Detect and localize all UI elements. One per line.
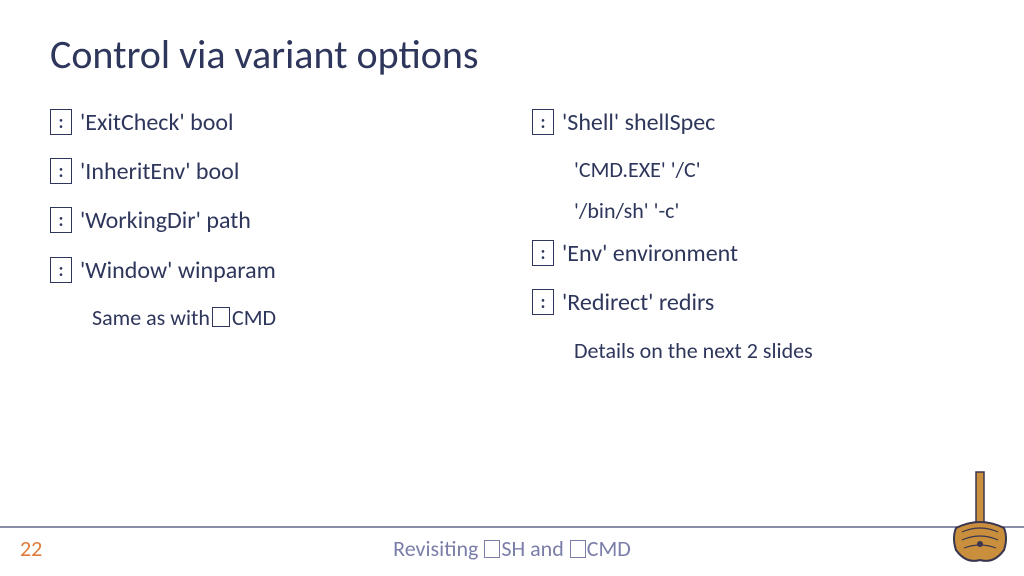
bullet-icon: : bbox=[50, 109, 72, 135]
sub-text: '/bin/sh' '-c' bbox=[574, 197, 679, 224]
bullet-icon: : bbox=[50, 257, 72, 283]
item-text: 'WorkingDir' path bbox=[80, 205, 251, 236]
sub-item: Details on the next 2 slides bbox=[574, 337, 974, 364]
list-item: : 'Window' winparam bbox=[50, 255, 492, 286]
sub-item: '/bin/sh' '-c' bbox=[574, 197, 974, 224]
item-text: 'Window' winparam bbox=[80, 255, 276, 286]
sub-item: Same as with CMD bbox=[92, 304, 492, 331]
bullet-icon: : bbox=[532, 240, 554, 266]
list-item: : 'ExitCheck' bool bbox=[50, 107, 492, 138]
left-column: : 'ExitCheck' bool : 'InheritEnv' bool :… bbox=[50, 107, 492, 378]
item-text: 'ExitCheck' bool bbox=[80, 107, 234, 138]
list-item: : 'Redirect' redirs bbox=[532, 287, 974, 318]
item-text: 'InheritEnv' bool bbox=[80, 156, 239, 187]
right-column: : 'Shell' shellSpec 'CMD.EXE' '/C' '/bin… bbox=[532, 107, 974, 378]
sub-text-prefix: Same as with bbox=[92, 304, 210, 331]
bullet-icon: : bbox=[50, 207, 72, 233]
item-text: 'Shell' shellSpec bbox=[562, 107, 715, 138]
bullet-icon: : bbox=[50, 158, 72, 184]
list-item: : 'Env' environment bbox=[532, 238, 974, 269]
content-columns: : 'ExitCheck' bool : 'InheritEnv' bool :… bbox=[50, 107, 974, 378]
slide: Control via variant options : 'ExitCheck… bbox=[0, 0, 1024, 576]
footer-text-1: Revisiting bbox=[393, 535, 483, 562]
sub-item: 'CMD.EXE' '/C' bbox=[574, 156, 974, 183]
footer: 22 Revisiting SH and CMD bbox=[0, 516, 1024, 576]
sub-text-suffix: CMD bbox=[232, 304, 276, 331]
item-text: 'Redirect' redirs bbox=[562, 287, 714, 318]
sub-text: Details on the next 2 slides bbox=[574, 337, 813, 364]
hammer-icon bbox=[950, 468, 1010, 568]
bullet-icon: : bbox=[532, 109, 554, 135]
footer-text-3: CMD bbox=[587, 535, 631, 562]
list-item: : 'WorkingDir' path bbox=[50, 205, 492, 236]
sub-text: 'CMD.EXE' '/C' bbox=[574, 156, 701, 183]
glyph-box-icon bbox=[484, 540, 500, 558]
list-item: : 'InheritEnv' bool bbox=[50, 156, 492, 187]
bullet-icon: : bbox=[532, 289, 554, 315]
list-item: : 'Shell' shellSpec bbox=[532, 107, 974, 138]
glyph-box-icon bbox=[212, 307, 230, 327]
item-text: 'Env' environment bbox=[562, 238, 738, 269]
glyph-box-icon bbox=[570, 540, 586, 558]
slide-title: Control via variant options bbox=[50, 30, 974, 79]
footer-title: Revisiting SH and CMD bbox=[0, 535, 1024, 562]
divider bbox=[0, 526, 1024, 528]
footer-text-2: SH and bbox=[501, 535, 568, 562]
